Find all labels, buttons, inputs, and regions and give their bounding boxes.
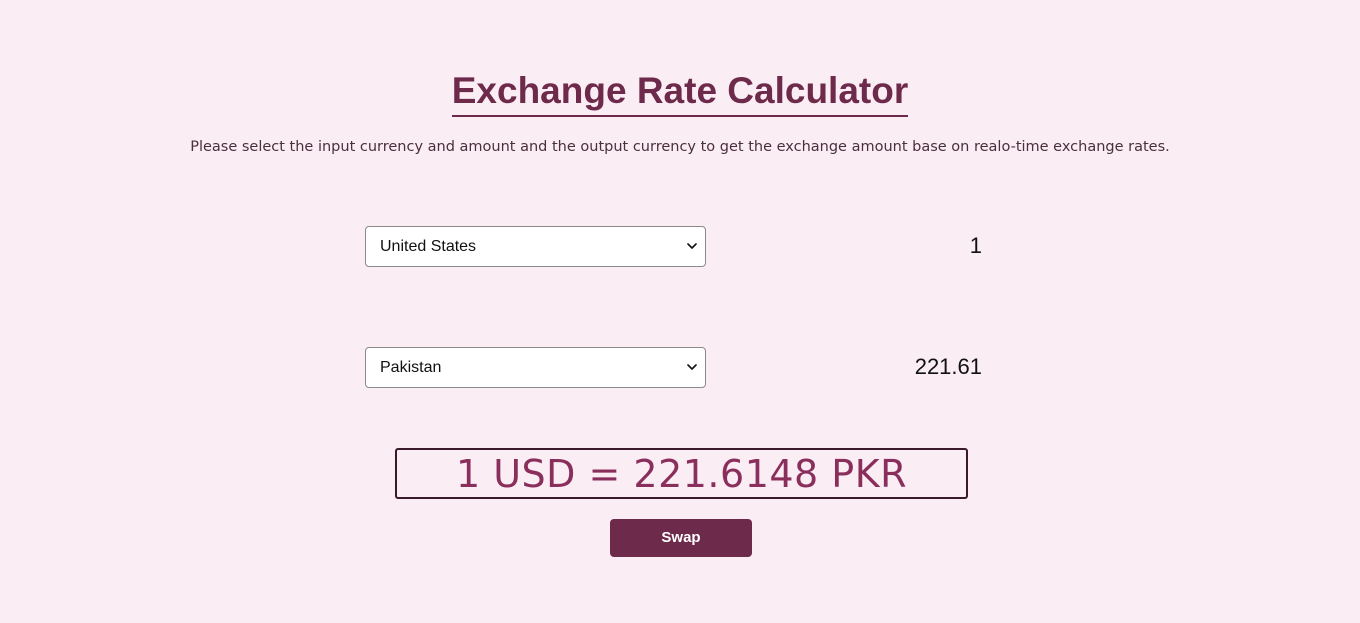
to-amount-output[interactable]: 221.61: [782, 353, 982, 381]
page-title: Exchange Rate Calculator: [451, 68, 909, 117]
from-amount-input[interactable]: 1: [782, 232, 982, 260]
swap-button[interactable]: Swap: [610, 519, 752, 557]
to-currency-select[interactable]: Pakistan: [365, 347, 706, 388]
exchange-rate-display: 1 USD = 221.6148 PKR: [395, 448, 968, 499]
from-currency-select[interactable]: United States: [365, 226, 706, 267]
to-currency-row: Pakistan 221.61: [365, 347, 982, 388]
to-currency-value: Pakistan: [380, 359, 442, 376]
page-title-wrapper: Exchange Rate Calculator: [0, 68, 1360, 117]
chevron-down-icon: [687, 243, 697, 249]
chevron-down-icon: [687, 364, 697, 370]
from-currency-value: United States: [380, 238, 477, 255]
page-description: Please select the input currency and amo…: [190, 139, 1170, 155]
from-currency-row: United States 1: [365, 226, 982, 267]
